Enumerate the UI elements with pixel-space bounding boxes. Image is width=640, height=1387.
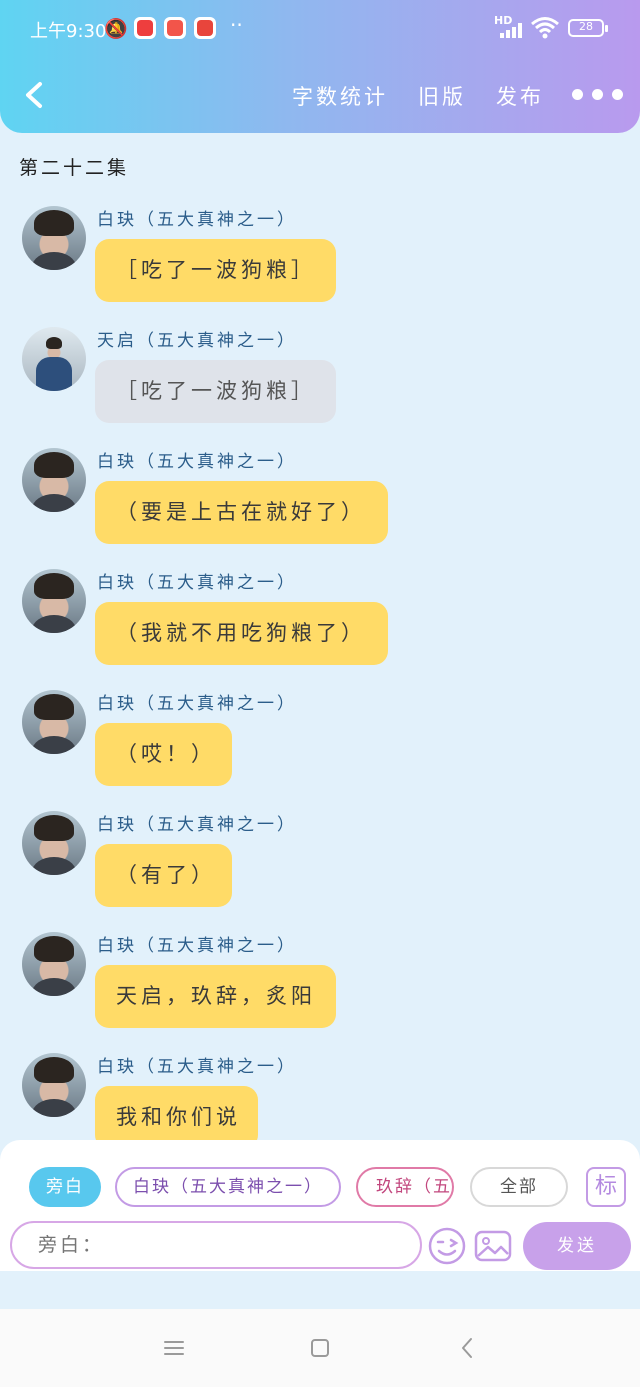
speaker-name: 白玦（五大真神之一） — [97, 694, 297, 714]
signal-icon — [500, 22, 526, 38]
avatar[interactable] — [22, 690, 86, 754]
avatar[interactable] — [22, 1053, 86, 1117]
message-bubble[interactable]: （我就不用吃狗粮了） — [95, 602, 388, 665]
menu-icon[interactable] — [162, 1336, 186, 1360]
more-options-icon[interactable] — [572, 84, 624, 106]
message-bubble[interactable]: ［吃了一波狗粮］ — [95, 239, 336, 302]
role-chip-jiuci[interactable]: 玖辞（五大真神之一） — [356, 1167, 454, 1207]
chapter-title: 第二十二集 — [19, 157, 130, 179]
back-arrow-icon[interactable] — [18, 78, 52, 112]
send-button[interactable]: 发送 — [523, 1222, 631, 1270]
image-icon[interactable] — [473, 1226, 513, 1266]
speaker-name: 白玦（五大真神之一） — [97, 815, 297, 835]
battery-level: 28 — [579, 20, 593, 33]
role-chip-narration[interactable]: 旁白 — [29, 1167, 101, 1207]
battery-icon: 28 — [568, 19, 608, 37]
app-header: 上午9:30 🔕 ·· HD 28 字数统计 旧版 发布 — [0, 0, 640, 133]
wifi-icon — [531, 17, 559, 39]
message-bubble[interactable]: （要是上古在就好了） — [95, 481, 388, 544]
avatar[interactable] — [22, 569, 86, 633]
mute-bell-icon: 🔕 — [104, 18, 128, 40]
video-app-icon — [134, 17, 156, 39]
status-time: 上午9:30 — [30, 21, 107, 42]
speaker-name: 白玦（五大真神之一） — [97, 936, 297, 956]
bottom-spacer — [0, 1271, 640, 1309]
word-count-button[interactable]: 字数统计 — [292, 81, 388, 111]
avatar[interactable] — [22, 811, 86, 875]
emoji-icon[interactable] — [427, 1226, 467, 1266]
message-bubble[interactable]: （哎！） — [95, 723, 232, 786]
message-input[interactable] — [10, 1221, 422, 1269]
avatar[interactable] — [22, 448, 86, 512]
role-chip-baijue[interactable]: 白玦（五大真神之一） — [115, 1167, 341, 1207]
back-icon[interactable] — [456, 1336, 480, 1360]
old-version-button[interactable]: 旧版 — [418, 81, 466, 111]
publish-button[interactable]: 发布 — [496, 81, 544, 111]
speaker-name: 天启（五大真神之一） — [97, 331, 297, 351]
tag-button[interactable]: 标 — [586, 1167, 626, 1207]
message-bubble[interactable]: 天启，玖辞，炙阳 — [95, 965, 336, 1028]
avatar[interactable] — [22, 932, 86, 996]
speaker-name: 白玦（五大真神之一） — [97, 452, 297, 472]
speaker-name: 白玦（五大真神之一） — [97, 573, 297, 593]
speaker-name: 白玦（五大真神之一） — [97, 1057, 297, 1077]
role-chip-all[interactable]: 全部 — [470, 1167, 568, 1207]
speaker-name: 白玦（五大真神之一） — [97, 210, 297, 230]
shop-app-icon — [164, 17, 186, 39]
home-icon[interactable] — [308, 1336, 332, 1360]
message-bubble[interactable]: （有了） — [95, 844, 232, 907]
message-bubble[interactable]: ［吃了一波狗粮］ — [95, 360, 336, 423]
avatar[interactable] — [22, 206, 86, 270]
avatar[interactable] — [22, 327, 86, 391]
status-bar: 上午9:30 🔕 ·· HD 28 — [0, 0, 640, 60]
more-notifications-icon: ·· — [230, 13, 243, 37]
mall-app-icon — [194, 17, 216, 39]
